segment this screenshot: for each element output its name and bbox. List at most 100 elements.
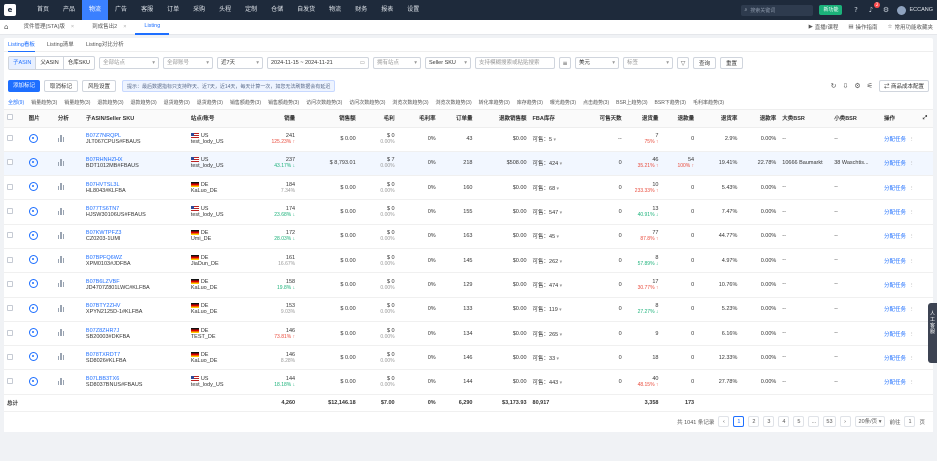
table-row[interactable]: B07Z8ZHR7J SB20003#DKFBA DE TEST_DE 146 73.81… (4, 321, 933, 347)
nav-item[interactable]: 广告 (108, 0, 134, 20)
bar-chart-icon[interactable] (57, 256, 65, 264)
tabs-right-link[interactable]: ☆ 常用功能收藏夹 (888, 23, 933, 31)
more-icon[interactable]: ⋮ (909, 283, 915, 289)
trend-tab[interactable]: 退货趋势(3) (164, 96, 197, 109)
page-button[interactable]: 3 (763, 416, 775, 428)
assign-task-link[interactable]: 分配任务 (884, 186, 906, 192)
batch-search-icon[interactable]: ≡ (559, 57, 571, 69)
trend-tab[interactable]: 访问次数趋势(3) (349, 96, 392, 109)
table-row[interactable]: B07RHNHZHX BDT1012MB#FBAUS US test_lody_US 2… (4, 151, 933, 177)
assign-task-link[interactable]: 分配任务 (884, 234, 906, 240)
header-fba[interactable]: FBA库存 (529, 110, 586, 128)
select-all-cell[interactable] (4, 110, 26, 128)
header-profit[interactable]: 毛利 (358, 110, 398, 128)
row-select-cell[interactable] (4, 175, 26, 201)
chevron-down-icon[interactable]: ▾ (552, 137, 556, 143)
settings-icon[interactable]: ⚙ (881, 6, 890, 15)
expand-icon[interactable]: ⤢ (919, 110, 933, 128)
app-logo[interactable]: e (4, 4, 16, 16)
chevron-down-icon[interactable]: ▾ (555, 234, 560, 240)
next-page-button[interactable]: › (839, 416, 851, 428)
table-row[interactable]: B07LBB3TX6 SD8037BNUS#FBAUS US test_lody_US… (4, 369, 933, 395)
chevron-down-icon[interactable]: ▾ (558, 210, 563, 216)
help-icon[interactable]: ? (851, 6, 860, 15)
period-select[interactable]: 近7天 ▾ (217, 57, 263, 69)
trend-tab[interactable]: 销量趋势(3) (31, 96, 64, 109)
bar-chart-icon[interactable] (57, 183, 65, 191)
header-refund-amt[interactable]: 退款销售额 (475, 110, 530, 128)
product-image[interactable] (28, 133, 38, 143)
table-row[interactable]: B07HVTSL3L HL8043#KLFBA DE KaLuo_DE 184 7.34%… (4, 175, 933, 201)
header-refund-rate[interactable]: 退款率 (740, 110, 780, 128)
currency-select[interactable]: 美元 ▾ (575, 57, 619, 69)
bar-chart-icon[interactable] (57, 353, 65, 361)
tabs-right-link[interactable]: ▤ 操作指南 (848, 23, 877, 31)
row-checkbox[interactable] (7, 256, 13, 263)
nav-item[interactable]: 物流 (322, 0, 348, 20)
product-image[interactable] (28, 206, 38, 216)
row-checkbox[interactable] (7, 232, 13, 239)
chevron-down-icon[interactable]: ▾ (555, 356, 560, 362)
row-checkbox[interactable] (7, 159, 13, 166)
page-button[interactable]: 1 (733, 416, 745, 428)
more-icon[interactable]: ⋮ (909, 161, 915, 167)
risk-settings-button[interactable]: 风险设置 (82, 80, 117, 92)
product-image[interactable] (28, 230, 38, 240)
bar-chart-icon[interactable] (57, 304, 65, 312)
nav-item[interactable]: 订单 (160, 0, 186, 20)
trend-tab[interactable]: 访问次数趋势(3) (306, 96, 349, 109)
field-select[interactable]: Seller SKU ▾ (425, 57, 471, 69)
product-image[interactable] (28, 255, 38, 265)
bell-icon[interactable]: ♪ 2 (866, 1, 881, 15)
filter-icon[interactable]: ⚟ (867, 82, 873, 90)
keyword-input[interactable]: 支持模糊搜索或粘贴搜索 (475, 57, 555, 69)
select-all-checkbox[interactable] (7, 114, 13, 121)
page-tab[interactable]: 到成售出2 × (83, 20, 135, 35)
sub-tab[interactable]: Listing对比分析 (86, 38, 124, 52)
product-image[interactable] (28, 279, 38, 289)
header-days[interactable]: 可售天数 (585, 110, 625, 128)
chevron-down-icon[interactable]: ▾ (558, 332, 563, 338)
global-search[interactable]: ⌕ 搜索关键词 (741, 4, 814, 16)
row-checkbox[interactable] (7, 135, 13, 142)
cancel-mark-button[interactable]: 取消标记 (44, 80, 79, 92)
date-range-picker[interactable]: 2024-11-15 ~ 2024-11-21 ▭ (267, 57, 369, 69)
trend-tab[interactable]: 退款趋势(3) (97, 96, 130, 109)
page-button[interactable]: 5 (793, 416, 805, 428)
sub-tab[interactable]: Listing清单 (47, 38, 74, 52)
product-image[interactable] (28, 352, 38, 362)
row-select-cell[interactable] (4, 127, 26, 152)
trend-tab[interactable]: 库存趋势(3) (517, 96, 550, 109)
page-button[interactable]: ... (808, 416, 820, 428)
more-icon[interactable]: ⋮ (909, 332, 915, 338)
row-checkbox[interactable] (7, 208, 13, 215)
trend-tab[interactable]: 点击趋势(3) (583, 96, 616, 109)
assign-task-link[interactable]: 分配任务 (884, 307, 906, 313)
assign-task-link[interactable]: 分配任务 (884, 356, 906, 362)
cost-config-button[interactable]: ⇄ 商品成本配置 (878, 80, 929, 92)
table-row[interactable]: B078TXRDT7 SD8026#KLFBA DE KaLuo_DE 146 8.28%… (4, 345, 933, 371)
bar-chart-icon[interactable] (57, 207, 65, 215)
segment-option[interactable]: 父ASIN (36, 57, 64, 69)
download-icon[interactable]: ⇩ (843, 82, 849, 90)
table-row[interactable]: B07BTY2ZHV XPYN2125D-1#KLFBA DE KaLuo_DE 153… (4, 297, 933, 322)
table-row[interactable]: B07KWTPFZ3 CZ0203-1UMI DE Umi_DE 172 28.03% ↓… (4, 224, 933, 249)
more-icon[interactable]: ⋮ (909, 234, 915, 240)
trend-tab[interactable]: 全部(9) (8, 96, 31, 109)
nav-item[interactable]: 仓储 (264, 0, 290, 20)
header-bsr-big[interactable]: 大类BSR (779, 110, 832, 128)
row-select-cell[interactable] (4, 151, 26, 177)
tabs-right-link[interactable]: ▶ 直播/课程 (809, 23, 839, 31)
chevron-down-icon[interactable]: ▾ (558, 161, 563, 167)
trend-tab[interactable]: 销售额趋势(3) (230, 96, 268, 109)
header-ret[interactable]: 退款量 (661, 110, 698, 128)
segment-option[interactable]: 子ASIN (9, 57, 37, 69)
nav-item[interactable]: 自发货 (290, 0, 322, 20)
trend-tab[interactable]: BSR下趋势(3) (655, 96, 693, 109)
header-orders[interactable]: 订单量 (438, 110, 476, 128)
close-icon[interactable]: × (123, 20, 126, 35)
row-select-cell[interactable] (4, 248, 26, 274)
header-refunds[interactable]: 退货量 (624, 110, 662, 128)
trend-tab[interactable]: 浏览次数趋势(3) (436, 96, 479, 109)
chevron-down-icon[interactable]: ▾ (558, 380, 563, 386)
